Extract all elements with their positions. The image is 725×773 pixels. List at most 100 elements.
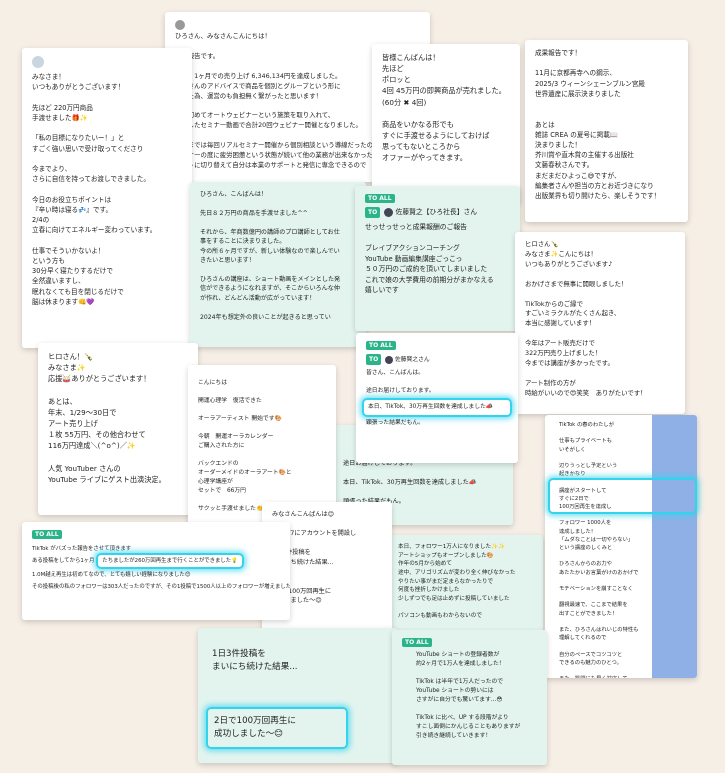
report-card-youtube-10k: TO ALL YouTube ショートの登録者数が 約2ヶ月で1万人を達成しました…: [392, 630, 547, 765]
report-card-322man-art: ヒロさん🍾 みなさま✨こんにちは！ いつもありがとうございます♪ おかげさまで無事に…: [515, 232, 685, 414]
message-line: (60分 ✖ 4回): [382, 97, 427, 107]
message-line: TikTok は半年で1万人だったので: [416, 678, 504, 685]
message-body: 顕張った結果だもん。: [366, 419, 508, 428]
message-line: さすがに自分でも驚いてます...😳: [416, 696, 503, 703]
message-line: すぐに手渡せるようにしておけば: [382, 131, 490, 141]
message-body: ヒロさん🍾 みなさま✨こんにちは！ いつもありがとうございます♪ おかげさまで無事に…: [525, 240, 675, 399]
message-line: という講座のしくみと: [559, 545, 613, 552]
message-line: [343, 488, 503, 498]
message-line: [525, 290, 675, 300]
message-line: パソコンも動画もわからないので: [398, 613, 482, 620]
message-line: バックエンドの: [198, 460, 239, 467]
to-all-badge: TO ALL: [365, 194, 395, 203]
message-line: 今の所６ヶ月ですが、新しい体験なので楽しんでい: [200, 247, 340, 255]
message-line: TikTokからのご縁で: [525, 299, 583, 308]
message-line: オーラアーティスト 開始です🎨: [198, 415, 282, 422]
message-line: が作れ、どんどん活動が広がっています！: [200, 294, 316, 302]
message-line: [198, 388, 326, 397]
message-line: 理解してくれるので: [559, 635, 607, 642]
message-line: [416, 705, 537, 714]
message-body: こんにちは 開運心理学 復活できた オーラアーティスト 開始です🎨 今朝 開運オ…: [198, 379, 326, 514]
message-line: [416, 669, 537, 678]
message-line: [382, 108, 510, 119]
message-line: ヒロさん🍾: [525, 240, 559, 248]
highlighted-result: たちましたが260万回再生まで行くことができました💡: [96, 553, 244, 570]
message-line: 1日3件投稿を: [212, 649, 266, 659]
report-card-2days-100man-zoom: 1日3件投稿を まいにち続けた結果... 2日で100万回再生に 成功しました〜😊: [198, 628, 398, 763]
message-line: 本当に感謝しています！: [525, 319, 596, 328]
message-line: 開運心理学 復活できた: [198, 397, 262, 404]
message-line: [200, 303, 356, 312]
message-line: 事をすることに決まりました。: [200, 238, 286, 246]
message-line: さらに自信を持ってお渡しできました。: [32, 175, 150, 184]
message-line: ある投稿をしてから1ヶ月: [32, 558, 95, 565]
message-line: 手渡せました🎁✨: [32, 113, 88, 122]
report-card-116man: ヒロさん！🍾 みなさま✨ 応援🥁ありがとうございます！ あとは、 年末、1/29～30…: [38, 343, 198, 515]
message-line: 2/4の: [32, 216, 50, 225]
message-line: すこし面倒にかんじることもありますが: [416, 723, 521, 730]
message-line: [48, 384, 188, 395]
message-line: モチベーションを崩すことなく: [559, 586, 633, 593]
message-line: 2024年も想定外の良いことが起きると思ってい: [200, 313, 331, 321]
message-body: 途日お届けしております。 本日、TikTok、30万再生回数を達成しました📣 頑…: [343, 459, 503, 507]
message-body: TikTok の春のわたしが 仕事もプライベートも いそがしく 辺りうっとし予定と…: [559, 421, 697, 678]
to-all-badge: TO ALL: [366, 341, 396, 350]
message-line: できるのも魅力のひとつ。: [559, 659, 622, 666]
message-line: [200, 218, 356, 227]
message-line: ひろさん、こんばんは！: [200, 191, 268, 198]
message-line: あたたかいお言葉がけのおかげで: [559, 569, 639, 576]
message-line: 世界遺産に展示決まりました: [535, 89, 621, 98]
message-line: 芥川賞や直木賞の主催する出版社: [535, 151, 634, 160]
message-line: 30分早く寝たりするだけで: [32, 267, 113, 276]
message-line: 眠れなくても目を閉じるだけで: [32, 287, 124, 296]
message-line: [559, 552, 697, 560]
message-line: [32, 123, 182, 133]
message-line: アートショップもオープンしました🎨: [398, 552, 494, 559]
message-line: TikTok の春のわたしが: [559, 422, 615, 428]
message-line: 約2ヶ月で1万人を達成しました！: [416, 660, 505, 667]
message-line: 出すことができました！: [559, 610, 618, 617]
message-line: 仕事でそういかないよ！: [32, 246, 105, 255]
to-badge: TO: [365, 207, 381, 219]
message-line: [525, 329, 675, 339]
message-body: いつもありがとうございます！ 先ほど 220万円商品 手渡せました🎁✨ 「私の目標…: [32, 82, 182, 307]
message-line: ひろさんの講座は、ショート動画をメインとした発: [200, 275, 341, 283]
message-line: すごいミラクルがたくさん起き、: [525, 309, 621, 318]
message-line: こんにちは: [198, 380, 227, 386]
message-line: やりたい事がまだ定まらなかったりで: [398, 578, 494, 585]
message-line: 322万円売り上げました！: [525, 349, 602, 358]
message-line: 作年の5月から始めて: [398, 561, 452, 568]
avatar: [32, 56, 44, 68]
message-line: あとは: [535, 120, 555, 129]
message-line: [559, 618, 697, 626]
message-line: [200, 266, 356, 275]
message-line: 11月に京都再寺への鋼示、: [535, 69, 616, 78]
message-line: [48, 451, 188, 462]
message-line: 立春に向けてエネルギー変わっています。: [32, 226, 157, 235]
message-line: 『辛い時は寝る💤』です。: [32, 205, 113, 214]
message-line: 少しずつでも足は止めずに投稿していました: [398, 595, 510, 602]
message-line: 皆さん、こんばんは。: [366, 370, 424, 377]
message-line: [398, 604, 533, 613]
message-line: 雑誌 CREA の夏号に掲載📖: [535, 130, 619, 139]
message-line: [559, 667, 697, 675]
message-intro: 皆さん、こんばんは。 途日お届けしております。: [366, 369, 508, 396]
message-line: [198, 451, 326, 460]
message-line: [32, 236, 182, 246]
message-line: 今までより、: [32, 164, 72, 173]
message-line: みなさま✨こんにちは！: [525, 249, 597, 258]
message-line: ご購入された方に: [198, 442, 245, 449]
message-line: アート制作の方が: [525, 378, 576, 387]
message-line: 2025/3 ウィーンシェーンブルン宮殿: [535, 79, 646, 88]
message-line: フォロワー 1000人を: [559, 520, 612, 527]
message-line: いつもありがとうございます♪: [525, 259, 613, 268]
message-line: [559, 577, 697, 585]
avatar: [385, 355, 394, 364]
to-all-badge: TO ALL: [402, 638, 432, 647]
message-line: [525, 270, 675, 280]
message-line: 1.0M越え再生は初めてなので、とても嬉しい経験になりました😊: [32, 571, 191, 578]
message-line: ひろさんからのお力や: [559, 561, 612, 568]
message-line: YouTube ショートの登録者数が: [416, 652, 500, 658]
report-card-tiktok-30man: TO ALL TO 佐藤賢之さん 皆さん、こんばんは。 途日お届けしております。…: [356, 333, 518, 463]
message-body: YouTube ショートの登録者数が 約2ヶ月で1万人を達成しました！ TikTo…: [402, 651, 537, 741]
